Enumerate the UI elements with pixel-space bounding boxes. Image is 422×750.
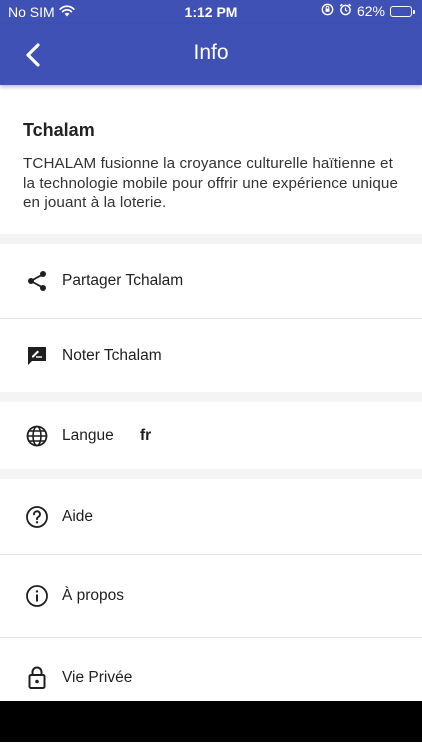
language-label: Langue — [62, 426, 114, 444]
intro-section: Tchalam TCHALAM fusionne la croyance cul… — [0, 96, 422, 234]
page-title: Info — [193, 41, 229, 64]
app-bar: Info — [0, 24, 422, 85]
help-label: Aide — [62, 507, 94, 525]
share-label: Partager Tchalam — [62, 272, 184, 289]
language-value: fr — [140, 426, 152, 444]
info-screen: No SIM 1:12 PM 62% Info Tchalam TCHALAM … — [0, 0, 422, 750]
section-gap — [0, 392, 422, 402]
battery-icon — [390, 5, 415, 17]
language-row[interactable]: Langue fr — [0, 402, 422, 469]
intro-description: TCHALAM fusionne la croyance culturelle … — [23, 155, 399, 211]
help-row[interactable]: Aide — [0, 479, 422, 554]
battery-percent: 62% — [356, 3, 385, 19]
privacy-label: Vie Privée — [62, 669, 133, 686]
about-row[interactable]: À propos — [0, 555, 422, 637]
share-row[interactable]: Partager Tchalam — [0, 244, 422, 318]
section-gap — [0, 234, 422, 244]
info-circle-icon — [24, 583, 50, 609]
rotation-lock-icon — [321, 3, 334, 19]
alarm-icon — [339, 3, 352, 19]
rate-review-icon — [24, 343, 50, 369]
lock-icon — [24, 665, 50, 691]
section-gap — [0, 469, 422, 479]
about-label: À propos — [62, 587, 125, 604]
globe-icon — [24, 423, 50, 449]
intro-title: Tchalam — [23, 120, 95, 140]
home-indicator-area — [0, 742, 422, 750]
rate-label: Noter Tchalam — [62, 346, 162, 364]
help-circle-icon — [24, 504, 50, 530]
status-bar: No SIM 1:12 PM 62% — [0, 0, 422, 24]
share-icon — [24, 268, 50, 294]
status-right: 62% — [321, 3, 415, 19]
rate-row[interactable]: Noter Tchalam — [0, 319, 422, 392]
